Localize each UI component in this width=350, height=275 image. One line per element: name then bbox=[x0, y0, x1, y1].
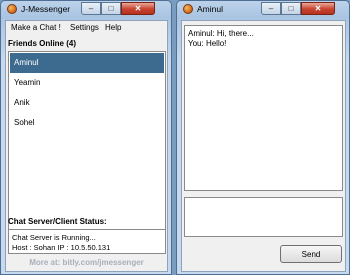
menu-settings[interactable]: Settings bbox=[70, 23, 99, 32]
minimize-button[interactable]: – bbox=[81, 2, 101, 15]
footer-link[interactable]: More at: bitly.com/jmessenger bbox=[6, 258, 167, 267]
menu-help[interactable]: Help bbox=[105, 23, 121, 32]
chat-panel: Aminul: Hi, there... You: Hello! Send bbox=[181, 20, 346, 272]
app-icon bbox=[7, 4, 17, 14]
main-panel: Make a Chat ! Settings Help Friends Onli… bbox=[5, 20, 168, 272]
app-icon bbox=[183, 4, 193, 14]
friend-item-aminul[interactable]: Aminul bbox=[10, 53, 164, 73]
status-server-running: Chat Server is Running... bbox=[12, 233, 96, 242]
close-button[interactable]: ✕ bbox=[301, 2, 335, 15]
maximize-button[interactable]: □ bbox=[281, 2, 301, 15]
window-title: J-Messenger bbox=[21, 4, 71, 14]
chat-message: You: Hello! bbox=[188, 39, 227, 48]
friend-item-yeamin[interactable]: Yeamin bbox=[10, 73, 164, 93]
message-input[interactable] bbox=[184, 197, 343, 237]
friend-item-anik[interactable]: Anik bbox=[10, 93, 164, 113]
title-bar[interactable]: J-Messenger – □ ✕ bbox=[1, 1, 171, 18]
friend-item-sohel[interactable]: Sohel bbox=[10, 113, 164, 133]
status-host-ip: Host : Sohan IP : 10.5.50.131 bbox=[12, 243, 111, 252]
friends-online-header: Friends Online (4) bbox=[8, 39, 77, 48]
friends-list[interactable]: Aminul Yeamin Anik Sohel bbox=[8, 51, 166, 230]
status-box: Chat Server is Running... Host : Sohan I… bbox=[8, 229, 166, 254]
chat-message: Aminul: Hi, there... bbox=[188, 29, 254, 38]
window-title: Aminul bbox=[197, 4, 223, 14]
chat-window: Aminul – □ ✕ Aminul: Hi, there... You: H… bbox=[176, 0, 350, 275]
minimize-button[interactable]: – bbox=[261, 2, 281, 15]
title-bar[interactable]: Aminul – □ ✕ bbox=[177, 1, 349, 18]
send-button[interactable]: Send bbox=[280, 245, 342, 263]
status-header: Chat Server/Client Status: bbox=[8, 217, 107, 226]
maximize-button[interactable]: □ bbox=[101, 2, 121, 15]
menu-make-chat[interactable]: Make a Chat ! bbox=[11, 23, 61, 32]
chat-history: Aminul: Hi, there... You: Hello! bbox=[184, 25, 343, 191]
menu-bar: Make a Chat ! Settings Help bbox=[6, 21, 167, 35]
close-button[interactable]: ✕ bbox=[121, 2, 155, 15]
messenger-main-window: J-Messenger – □ ✕ Make a Chat ! Settings… bbox=[0, 0, 172, 275]
